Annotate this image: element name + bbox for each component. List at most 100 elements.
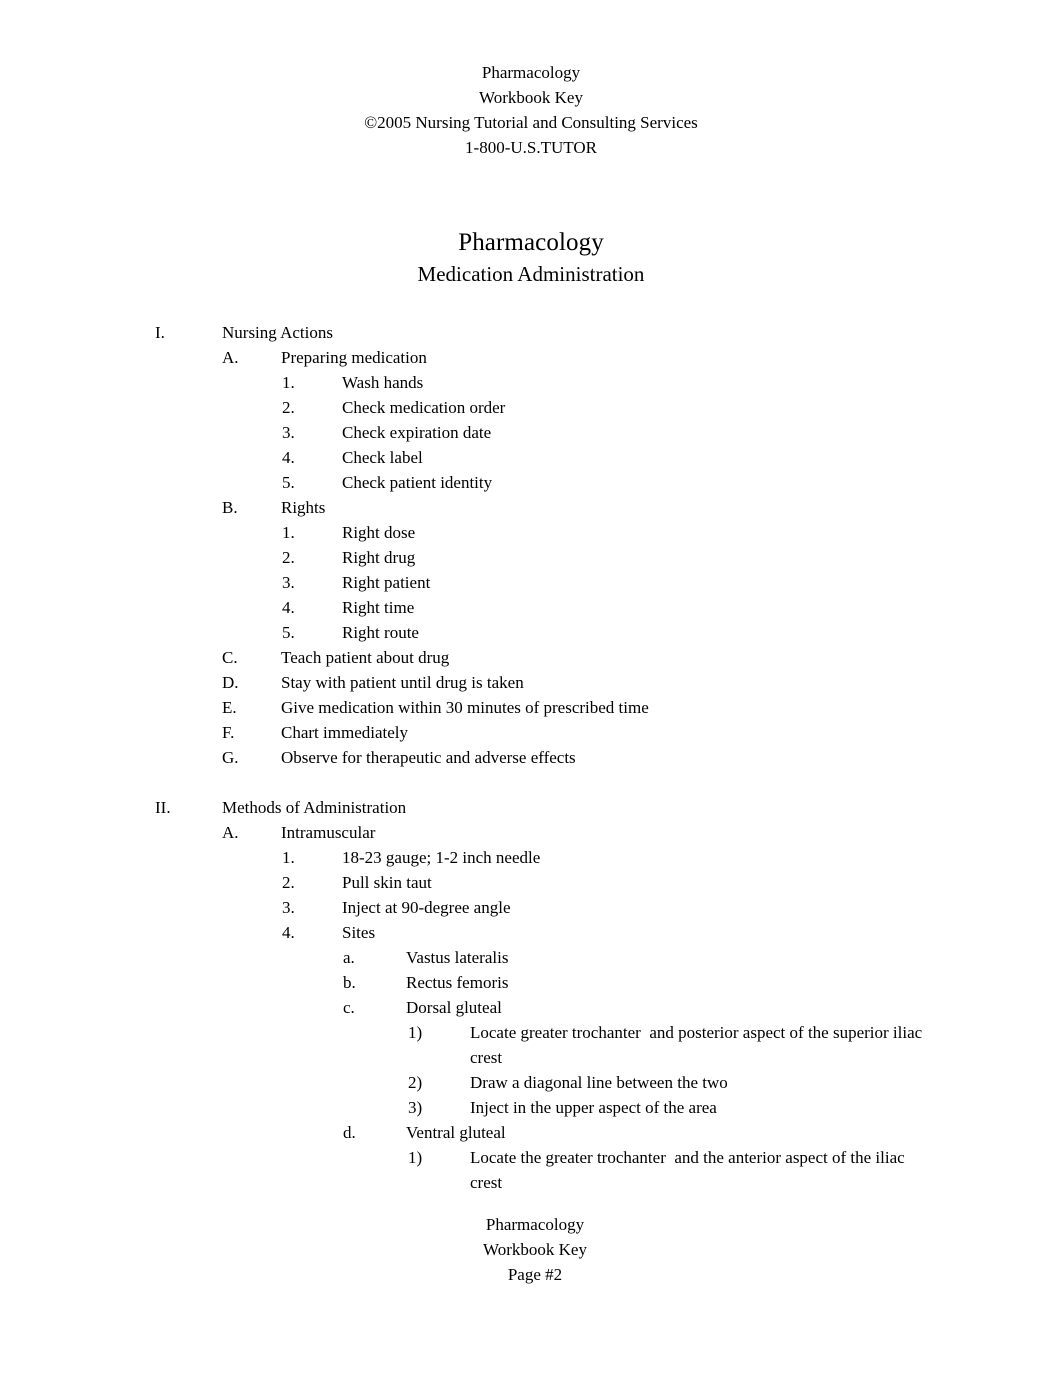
title-subtitle: Medication Administration bbox=[417, 262, 645, 286]
outline-item: 4. Right time bbox=[0, 595, 1062, 620]
outline-item-text: Methods of Administration bbox=[222, 798, 407, 817]
footer-inner: Pharmacology Workbook Key Page #2 bbox=[483, 1212, 587, 1287]
document-header: Pharmacology Workbook Key ©2005 Nursing … bbox=[0, 60, 1062, 160]
outline-item: 3. Inject at 90-degree angle bbox=[0, 895, 1062, 920]
title-main: Pharmacology bbox=[458, 229, 604, 256]
footer-page-number: Page #2 bbox=[507, 1265, 563, 1284]
outline-item: II. Methods of Administration bbox=[0, 795, 1062, 820]
outline-item: 5. Right route bbox=[0, 620, 1062, 645]
outline-item-text: Rights bbox=[281, 498, 326, 517]
outline-item-text: Preparing medication bbox=[281, 348, 427, 367]
outline-item: G. Observe for therapeutic and adverse ef… bbox=[0, 745, 1062, 770]
outline-item-text: Dorsal gluteal bbox=[406, 998, 502, 1017]
outline-item: 3. Right patient bbox=[0, 570, 1062, 595]
outline-item-text: Check medication order bbox=[342, 398, 506, 417]
outline-item-text: Sites bbox=[342, 923, 376, 942]
outline-item-marker: F. bbox=[222, 723, 235, 742]
outline-item-marker: 1) bbox=[408, 1148, 423, 1167]
outline-item-marker: 4. bbox=[282, 448, 295, 467]
outline-item-marker: G. bbox=[222, 748, 239, 767]
outline-item-text: Stay with patient until drug is taken bbox=[281, 673, 524, 692]
outline-item-text: Right time bbox=[342, 598, 415, 617]
outline-item-marker: 2. bbox=[282, 398, 295, 417]
footer-line: Workbook Key bbox=[483, 1240, 587, 1259]
outline-item: A. Preparing medication bbox=[0, 345, 1062, 370]
outline-item-text: Right dose bbox=[342, 523, 416, 542]
outline-item-marker: I. bbox=[155, 323, 165, 342]
outline-item-text: Observe for therapeutic and adverse effe… bbox=[281, 748, 576, 767]
page-title: Pharmacology Medication Administration bbox=[0, 226, 1062, 289]
outline-item: 2. Right drug bbox=[0, 545, 1062, 570]
outline-item-text: 18-23 gauge; 1-2 inch needle bbox=[342, 848, 541, 867]
outline-item-marker: 5. bbox=[282, 473, 295, 492]
outline-item: 2) Draw a diagonal line between the two bbox=[0, 1070, 1062, 1095]
outline-item: F. Chart immediately bbox=[0, 720, 1062, 745]
outline-item-text: Right patient bbox=[342, 573, 431, 592]
header-line: ©2005 Nursing Tutorial and Consulting Se… bbox=[364, 113, 698, 132]
outline-item: 4. Sites bbox=[0, 920, 1062, 945]
header-line: Pharmacology bbox=[481, 63, 581, 82]
outline-item-marker: C. bbox=[222, 648, 238, 667]
outline-item-marker: A. bbox=[222, 348, 239, 367]
outline-item-text: Teach patient about drug bbox=[281, 648, 450, 667]
outline-item-text: Give medication within 30 minutes of pre… bbox=[281, 698, 649, 717]
outline-item: 1) Locate the greater trochanter and the … bbox=[0, 1145, 1062, 1195]
outline-item-marker: d. bbox=[343, 1123, 356, 1142]
outline-item-marker: B. bbox=[222, 498, 238, 517]
outline-item: 4. Check label bbox=[0, 445, 1062, 470]
outline-item-marker: b. bbox=[343, 973, 356, 992]
outline-item-marker: 1. bbox=[282, 523, 295, 542]
outline-item-marker: 1) bbox=[408, 1023, 423, 1042]
outline-item: I. Nursing Actions bbox=[0, 320, 1062, 345]
outline-item-marker: 3. bbox=[282, 573, 295, 592]
outline-item-text: Locate greater trochanter and posterior … bbox=[470, 1023, 927, 1067]
outline-item-marker: 1. bbox=[282, 373, 295, 392]
outline-item-text: Check label bbox=[342, 448, 423, 467]
outline-item: 2. Check medication order bbox=[0, 395, 1062, 420]
outline-item-text: Inject at 90-degree angle bbox=[342, 898, 511, 917]
outline-item-marker: 2. bbox=[282, 548, 295, 567]
outline-item-marker: 4. bbox=[282, 598, 295, 617]
outline-item-marker: 3. bbox=[282, 423, 295, 442]
outline-item-marker: c. bbox=[343, 998, 355, 1017]
outline-item-text: Draw a diagonal line between the two bbox=[470, 1073, 728, 1092]
outline-item-marker: 5. bbox=[282, 623, 295, 642]
outline-item-text: Chart immediately bbox=[281, 723, 408, 742]
outline-item-text: Intramuscular bbox=[281, 823, 376, 842]
outline-item: E. Give medication within 30 minutes of p… bbox=[0, 695, 1062, 720]
outline-item-text: Inject in the upper aspect of the area bbox=[470, 1098, 717, 1117]
outline-item: 5. Check patient identity bbox=[0, 470, 1062, 495]
outline-item-text: Right route bbox=[342, 623, 419, 642]
outline-item: 1. Wash hands bbox=[0, 370, 1062, 395]
outline-item-text: Locate the greater trochanter and the an… bbox=[470, 1148, 909, 1192]
outline-item: C. Teach patient about drug bbox=[0, 645, 1062, 670]
outline-item: 2. Pull skin taut bbox=[0, 870, 1062, 895]
outline-item-marker: 4. bbox=[282, 923, 295, 942]
outline-item-text: Check patient identity bbox=[342, 473, 493, 492]
outline-item-marker: a. bbox=[343, 948, 355, 967]
outline-item: a. Vastus lateralis bbox=[0, 945, 1062, 970]
outline-item: d. Ventral gluteal bbox=[0, 1120, 1062, 1145]
outline-item-marker: 2. bbox=[282, 873, 295, 892]
outline-item-text: Ventral gluteal bbox=[406, 1123, 506, 1142]
outline-item-text: Vastus lateralis bbox=[406, 948, 509, 967]
outline-item: B. Rights bbox=[0, 495, 1062, 520]
outline-item-text: Pull skin taut bbox=[342, 873, 432, 892]
outline-item: 1. 18-23 gauge; 1-2 inch needle bbox=[0, 845, 1062, 870]
outline-item-marker: 2) bbox=[408, 1073, 423, 1092]
outline-item-text: Nursing Actions bbox=[222, 323, 333, 342]
header-line: 1-800-U.S.TUTOR bbox=[465, 138, 597, 157]
outline-item-text: Rectus femoris bbox=[406, 973, 509, 992]
outline-item: 1. Right dose bbox=[0, 520, 1062, 545]
outline-item-marker: 3. bbox=[282, 898, 295, 917]
outline-item-marker: D. bbox=[222, 673, 239, 692]
document-page: Pharmacology Workbook Key ©2005 Nursing … bbox=[0, 0, 1062, 1376]
outline-item-marker: E. bbox=[222, 698, 237, 717]
outline-item-marker: A. bbox=[222, 823, 239, 842]
footer-line: Pharmacology bbox=[485, 1215, 585, 1234]
header-line: Workbook Key bbox=[479, 88, 583, 107]
outline-item-text: Wash hands bbox=[342, 373, 424, 392]
outline-item-marker: 1. bbox=[282, 848, 295, 867]
outline-list: I. Nursing Actions A. Preparing medication 1… bbox=[0, 320, 1062, 1195]
outline-item-text: Right drug bbox=[342, 548, 416, 567]
